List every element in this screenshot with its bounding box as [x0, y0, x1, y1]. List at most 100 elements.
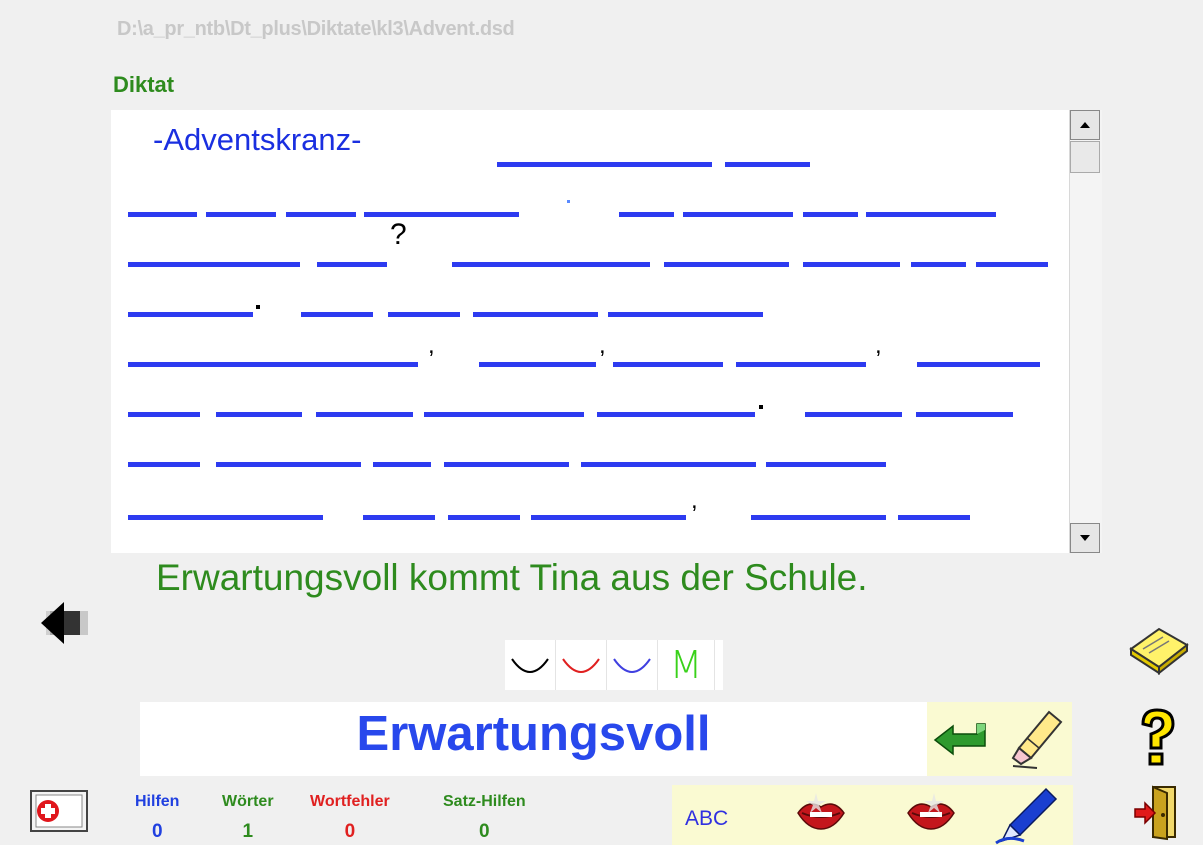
word-gap	[452, 262, 650, 267]
word-gap	[128, 212, 197, 217]
swatch-m[interactable]: M	[658, 640, 715, 690]
period-mark	[759, 405, 763, 409]
scroll-down-button[interactable]	[1070, 523, 1100, 553]
word-gap	[597, 412, 755, 417]
triangle-down-icon	[1080, 535, 1090, 541]
stat-value: 0	[151, 821, 163, 842]
exit-button[interactable]	[1133, 785, 1185, 841]
current-word: Erwartungsvoll	[356, 707, 711, 761]
word-gap	[805, 412, 902, 417]
lips-icon	[907, 793, 955, 830]
word-gap	[388, 312, 460, 317]
exit-door-icon	[1134, 785, 1176, 841]
help-icon	[1141, 708, 1175, 766]
section-title: Diktat	[113, 72, 175, 97]
word-gap	[766, 462, 886, 467]
word-gap	[128, 462, 200, 467]
word-gap	[976, 262, 1048, 267]
word-gap	[286, 212, 356, 217]
word-gap	[608, 312, 763, 317]
word-gap	[751, 515, 886, 520]
word-gap	[216, 462, 361, 467]
bottom-tools-panel: ABC	[672, 785, 1073, 845]
word-gap	[317, 262, 387, 267]
word-gap	[373, 462, 431, 467]
first-aid-button[interactable]	[28, 787, 90, 835]
scroll-up-button[interactable]	[1070, 110, 1100, 140]
speak-button[interactable]	[794, 793, 848, 835]
word-gap	[803, 262, 900, 267]
word-gap	[916, 412, 1013, 417]
arc-red-icon	[562, 658, 600, 673]
word-gap	[316, 412, 413, 417]
word-gap	[128, 262, 300, 267]
abc-button[interactable]: ABC	[685, 807, 728, 831]
current-sentence: Erwartungsvoll kommt Tina aus der Schule…	[156, 557, 868, 598]
word-gap	[479, 362, 596, 367]
write-button[interactable]	[994, 785, 1060, 845]
stat-label: Satz-Hilfen	[443, 793, 526, 810]
word-gap	[911, 262, 966, 267]
word-gap	[531, 515, 686, 520]
stat-woerter: Wörter 1	[222, 793, 274, 843]
word-gap	[917, 362, 1040, 367]
word-gap	[128, 515, 323, 520]
speak-slow-button[interactable]	[904, 793, 958, 835]
back-button[interactable]	[30, 600, 92, 651]
swatch-black[interactable]	[505, 640, 556, 690]
arc-blue-icon	[613, 658, 651, 673]
word-gap	[736, 362, 866, 367]
notes-icon	[1129, 627, 1189, 675]
word-gap	[664, 262, 789, 267]
notes-button[interactable]	[1129, 625, 1191, 675]
word-gap	[866, 212, 996, 217]
swatch-red[interactable]	[556, 640, 607, 690]
dictation-area[interactable]: -Adventskranz- ? , , , ,	[111, 110, 1101, 553]
stat-label: Wörter	[222, 793, 274, 810]
triangle-up-icon	[1080, 122, 1090, 128]
word-gap	[206, 212, 276, 217]
word-gap	[301, 312, 373, 317]
file-path: D:\a_pr_ntb\Dt_plus\Diktate\kl3\Advent.d…	[117, 18, 515, 40]
stat-satz-hilfen: Satz-Hilfen 0	[443, 793, 526, 843]
word-gap	[581, 462, 756, 467]
word-gap	[497, 162, 712, 167]
word-gap	[364, 212, 519, 217]
stat-label: Hilfen	[135, 793, 180, 810]
tools-panel	[927, 702, 1072, 776]
word-gap	[725, 162, 810, 167]
pen-icon	[995, 787, 1058, 845]
word-gap	[128, 362, 418, 367]
color-palette[interactable]: M	[505, 640, 723, 690]
word-gap	[448, 515, 520, 520]
eraser-button[interactable]	[1009, 708, 1067, 770]
period-mark	[256, 305, 260, 309]
word-gap	[424, 412, 584, 417]
stat-value: 0	[479, 821, 490, 842]
word-gap	[898, 515, 970, 520]
comma-mark: ,	[599, 332, 606, 359]
word-gap	[444, 462, 569, 467]
word-gap	[473, 312, 598, 317]
help-button[interactable]	[1135, 708, 1179, 768]
word-gap	[363, 515, 435, 520]
lips-icon	[797, 793, 845, 830]
comma-mark: ,	[691, 487, 698, 514]
first-aid-icon	[30, 790, 88, 832]
stat-value: 0	[344, 821, 356, 842]
m-label: M	[669, 643, 703, 687]
stat-label: Wortfehler	[310, 793, 390, 810]
vertical-scrollbar[interactable]	[1069, 110, 1102, 553]
period-mark	[567, 200, 570, 203]
arc-black-icon	[511, 658, 549, 673]
word-display: Erwartungsvoll	[140, 702, 927, 776]
scroll-thumb[interactable]	[1070, 141, 1100, 173]
enter-arrow-button[interactable]	[933, 720, 989, 760]
swatch-blue[interactable]	[607, 640, 658, 690]
word-gap	[128, 312, 253, 317]
word-gap	[683, 212, 793, 217]
stat-wortfehler: Wortfehler 0	[310, 793, 390, 843]
question-mark: ?	[390, 218, 407, 251]
comma-mark: ,	[428, 332, 435, 359]
comma-mark: ,	[875, 332, 882, 359]
